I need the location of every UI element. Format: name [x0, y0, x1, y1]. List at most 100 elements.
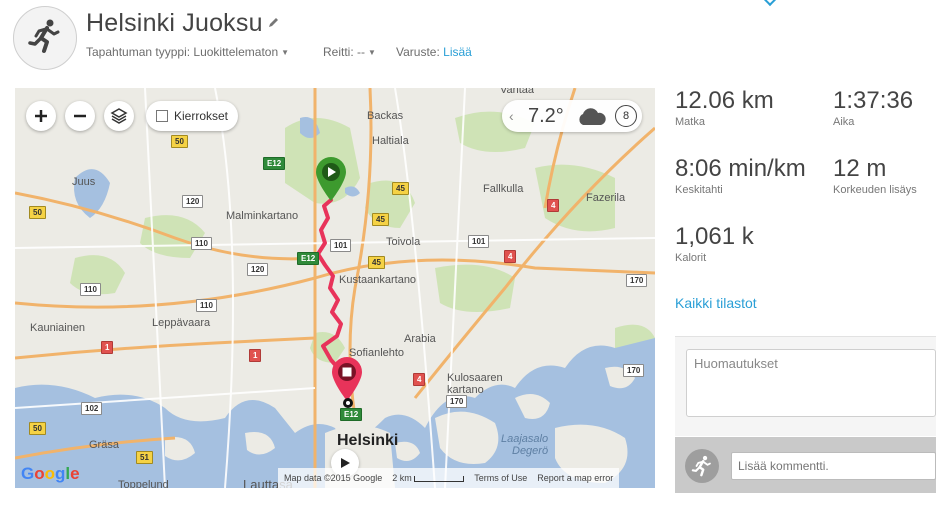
running-person-icon: [691, 455, 711, 477]
start-marker-icon[interactable]: [314, 156, 348, 202]
road-shield: 110: [80, 283, 101, 296]
road-shield: 110: [191, 237, 212, 250]
map-label-kulosaaren-kartano: Kulosaaren kartano: [447, 372, 503, 396]
plus-icon: [35, 110, 47, 122]
road-shield: 50: [29, 206, 46, 219]
user-avatar: [685, 449, 719, 483]
stat-pace-label: Keskitahti: [675, 184, 723, 196]
add-gear-link[interactable]: Lisää: [443, 45, 472, 59]
gear-field: Varuste: Lisää: [396, 45, 472, 59]
laps-label: Kierrokset: [174, 109, 229, 123]
comment-panel: [675, 437, 936, 493]
stat-elevation-label: Korkeuden lisäys: [833, 184, 917, 196]
terms-link[interactable]: Terms of Use: [474, 473, 527, 483]
road-shield: 120: [247, 263, 269, 276]
pencil-icon[interactable]: [267, 16, 280, 34]
road-shield: 101: [468, 235, 490, 248]
map-label-toivola: Toivola: [386, 236, 421, 248]
activity-type-selector[interactable]: Tapahtuman tyyppi: Luokittelematon ▼: [86, 45, 289, 59]
finish-marker-icon[interactable]: [330, 356, 364, 402]
stat-time: 1:37:36 Aika: [833, 87, 913, 128]
map-label-fallkulla: Fallkulla: [483, 183, 524, 195]
stat-distance-label: Matka: [675, 116, 705, 128]
map-label-kauniainen: Kauniainen: [30, 322, 86, 334]
google-logo: Google: [21, 464, 80, 483]
zoom-in-button[interactable]: [26, 101, 56, 131]
comment-input[interactable]: [731, 452, 936, 480]
route-map[interactable]: Vantaa Backas Haltiala Juus Malminkartan…: [15, 88, 655, 488]
stat-calories-value: 1,061 k: [675, 223, 754, 250]
road-shield: 102: [81, 402, 103, 415]
chevron-left-icon[interactable]: ‹: [509, 108, 514, 124]
road-shield: 1: [249, 349, 262, 362]
notes-panel: Huomautukset: [675, 336, 936, 436]
road-shield: E12: [297, 252, 320, 265]
road-shield: 170: [623, 364, 645, 377]
road-shield: 45: [392, 182, 409, 195]
road-shield: 1: [101, 341, 114, 354]
stat-time-value: 1:37:36: [833, 87, 914, 114]
road-shield: 51: [136, 451, 153, 464]
map-label-backas: Backas: [367, 110, 404, 122]
road-shield: 101: [330, 239, 352, 252]
laps-checkbox[interactable]: [156, 110, 168, 122]
notes-textarea[interactable]: Huomautukset: [686, 349, 936, 417]
map-scale: 2 km: [392, 473, 465, 483]
map-label-leppavaara: Leppävaara: [152, 317, 211, 329]
map-layers-button[interactable]: [104, 101, 134, 131]
running-person-icon: [27, 18, 63, 59]
road-shield: 120: [182, 195, 204, 208]
map-label-haltiala: Haltiala: [372, 135, 409, 147]
layers-icon: [110, 108, 128, 124]
road-shield: E12: [340, 408, 363, 421]
minus-icon: [74, 114, 86, 118]
road-shield: 170: [626, 274, 648, 287]
road-shield: E12: [263, 157, 286, 170]
map-label-degero: Degerö: [512, 445, 549, 457]
stat-distance-value: 12.06 km: [675, 87, 774, 114]
scroll-up-chevron-icon[interactable]: [762, 0, 778, 7]
route-value: --: [357, 45, 366, 59]
map-scale-bar: [414, 475, 465, 482]
map-label-helsinki: Helsinki: [337, 432, 399, 449]
caret-down-icon: ▼: [368, 48, 376, 57]
laps-toggle[interactable]: Kierrokset: [146, 101, 239, 131]
road-shield: 45: [368, 256, 385, 269]
weather-temperature: 7.2°: [528, 105, 564, 127]
activity-type-avatar: [13, 6, 77, 70]
report-map-error-link[interactable]: Report a map error: [537, 473, 613, 483]
activity-type-value: Luokittelematon: [193, 45, 279, 59]
road-shield: 4: [413, 373, 426, 386]
stat-distance: 12.06 km Matka: [675, 87, 774, 128]
stat-pace: 8:06 min/km Keskitahti: [675, 155, 806, 196]
route-label: Reitti:: [323, 45, 354, 59]
caret-down-icon: ▼: [281, 48, 290, 57]
road-shield: 110: [196, 299, 217, 312]
stat-calories: 1,061 k Kalorit: [675, 223, 754, 264]
wind-speed-badge: 8: [615, 105, 637, 127]
map-data-text: Map data ©2015 Google: [284, 473, 383, 483]
stat-time-label: Aika: [833, 116, 855, 128]
map-label-grasa: Gräsa: [89, 439, 119, 451]
map-canvas: [15, 88, 655, 488]
activity-type-label: Tapahtuman tyyppi:: [86, 45, 191, 59]
road-shield: 45: [372, 213, 389, 226]
route-selector[interactable]: Reitti: -- ▼: [323, 45, 376, 59]
zoom-out-button[interactable]: [65, 101, 95, 131]
stat-pace-value: 8:06 min/km: [675, 155, 806, 182]
road-shield: 170: [446, 395, 468, 408]
weather-widget: ‹ 7.2° 8: [502, 100, 642, 132]
map-label-laajasalo: Laajasalo: [501, 433, 549, 445]
map-label-vantaa: Vantaa: [500, 88, 535, 96]
map-label-kustaankartano: Kustaankartano: [339, 274, 417, 286]
stat-calories-label: Kalorit: [675, 252, 707, 264]
stat-elevation: 12 m Korkeuden lisäys: [833, 155, 917, 196]
map-label-juus: Juus: [72, 176, 96, 188]
map-attribution: Map data ©2015 Google 2 km Terms of Use …: [278, 468, 620, 488]
all-stats-link[interactable]: Kaikki tilastot: [675, 295, 757, 311]
gear-label: Varuste:: [396, 45, 440, 59]
road-shield: 4: [504, 250, 517, 263]
stat-elevation-value: 12 m: [833, 155, 887, 182]
map-label-malminkartano: Malminkartano: [226, 210, 299, 222]
cloud-icon: [579, 108, 606, 125]
